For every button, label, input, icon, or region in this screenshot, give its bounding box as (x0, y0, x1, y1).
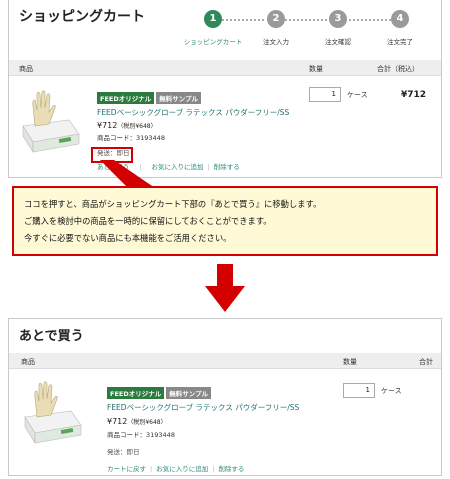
step-3-label: 注文確認 (325, 38, 351, 46)
step-1-label: ショッピングカート (183, 38, 243, 46)
product-code: 商品コード：3193448 (97, 134, 165, 142)
delete-link[interactable]: 削除する (214, 163, 240, 171)
header-qty: 数量 (309, 65, 323, 73)
price-tax: （税別¥648） (127, 419, 167, 426)
price-line: ¥712（税別¥648） (97, 121, 297, 130)
product-image[interactable] (19, 86, 81, 154)
delete-link[interactable]: 削除する (218, 465, 244, 473)
later-item-details: FEEDオリジナル 無料サンプル FEEDベーシックグローブ ラテックス パウダー… (107, 381, 337, 473)
callout-line-2: ご購入を検討中の商品を一時的に保留にしておくことができます。 (24, 216, 272, 226)
header-total: 合計（税込） (377, 65, 419, 73)
quantity-unit: ケース (347, 91, 368, 99)
callout-line-3: 今すぐに必要でない商品にも本機能をご活用ください。 (24, 233, 232, 243)
sample-badge: 無料サンプル (166, 387, 212, 399)
original-badge: FEEDオリジナル (97, 92, 155, 104)
callout-line-1: ココを押すと、商品がショッピングカート下部の『あとで買う』に移動します。 (24, 199, 322, 209)
quantity-input[interactable]: 1 (309, 87, 341, 102)
step-connector (341, 19, 391, 21)
step-2-label: 注文入力 (263, 38, 289, 46)
shopping-cart-panel: ショッピングカート 1 2 3 4 ショッピングカート 注文入力 注文確認 注文… (8, 0, 442, 178)
page-title: ショッピングカート (19, 9, 145, 25)
checkout-steps: 1 2 3 4 ショッピングカート 注文入力 注文確認 注文完了 (169, 10, 439, 50)
section-title: あとで買う (19, 329, 84, 344)
step-2-indicator: 2 (267, 10, 285, 28)
step-4-label: 注文完了 (387, 38, 413, 46)
later-item-actions: カートに戻す | お気に入りに追加 | 削除する (107, 465, 245, 473)
quantity-unit: ケース (381, 387, 402, 395)
price: ¥712 (107, 417, 128, 426)
header-total: 合計 (419, 358, 433, 366)
price-tax: （税別¥648） (117, 123, 157, 130)
header-qty: 数量 (343, 358, 357, 366)
explanation-callout: ココを押すと、商品がショッピングカート下部の『あとで買う』に移動します。 ご購入… (12, 186, 438, 256)
add-favorite-link[interactable]: お気に入りに追加 (156, 465, 208, 473)
buy-later-panel: あとで買う 商品 数量 合計 FEEDオリジナル 無料サンプル FEEDベーシック… (8, 318, 442, 476)
quantity-input[interactable]: 1 (343, 383, 375, 398)
product-name-link[interactable]: FEEDベーシックグローブ ラテックス パウダーフリー/SS (107, 402, 337, 413)
later-table-header: 商品 数量 合計 (9, 353, 441, 369)
sample-badge: 無料サンプル (156, 92, 202, 104)
step-3-indicator: 3 (329, 10, 347, 28)
line-total: ¥712 (401, 90, 427, 100)
step-4-indicator: 4 (391, 10, 409, 28)
product-code: 商品コード：3193448 (107, 431, 175, 439)
header-product: 商品 (21, 358, 35, 366)
step-1-indicator: 1 (204, 10, 222, 28)
return-to-cart-link[interactable]: カートに戻す (107, 465, 146, 473)
shipping-info: 発送：即日 (107, 448, 140, 456)
arrow-down-icon (205, 264, 245, 312)
original-badge: FEEDオリジナル (107, 387, 165, 399)
product-image[interactable] (21, 377, 83, 445)
price-line: ¥712（税別¥648） (107, 417, 337, 426)
cart-table-header: 商品 数量 合計（税込） (9, 60, 441, 76)
header-product: 商品 (19, 65, 33, 73)
product-name-link[interactable]: FEEDベーシックグローブ ラテックス パウダーフリー/SS (97, 107, 297, 118)
price: ¥712 (97, 121, 118, 130)
